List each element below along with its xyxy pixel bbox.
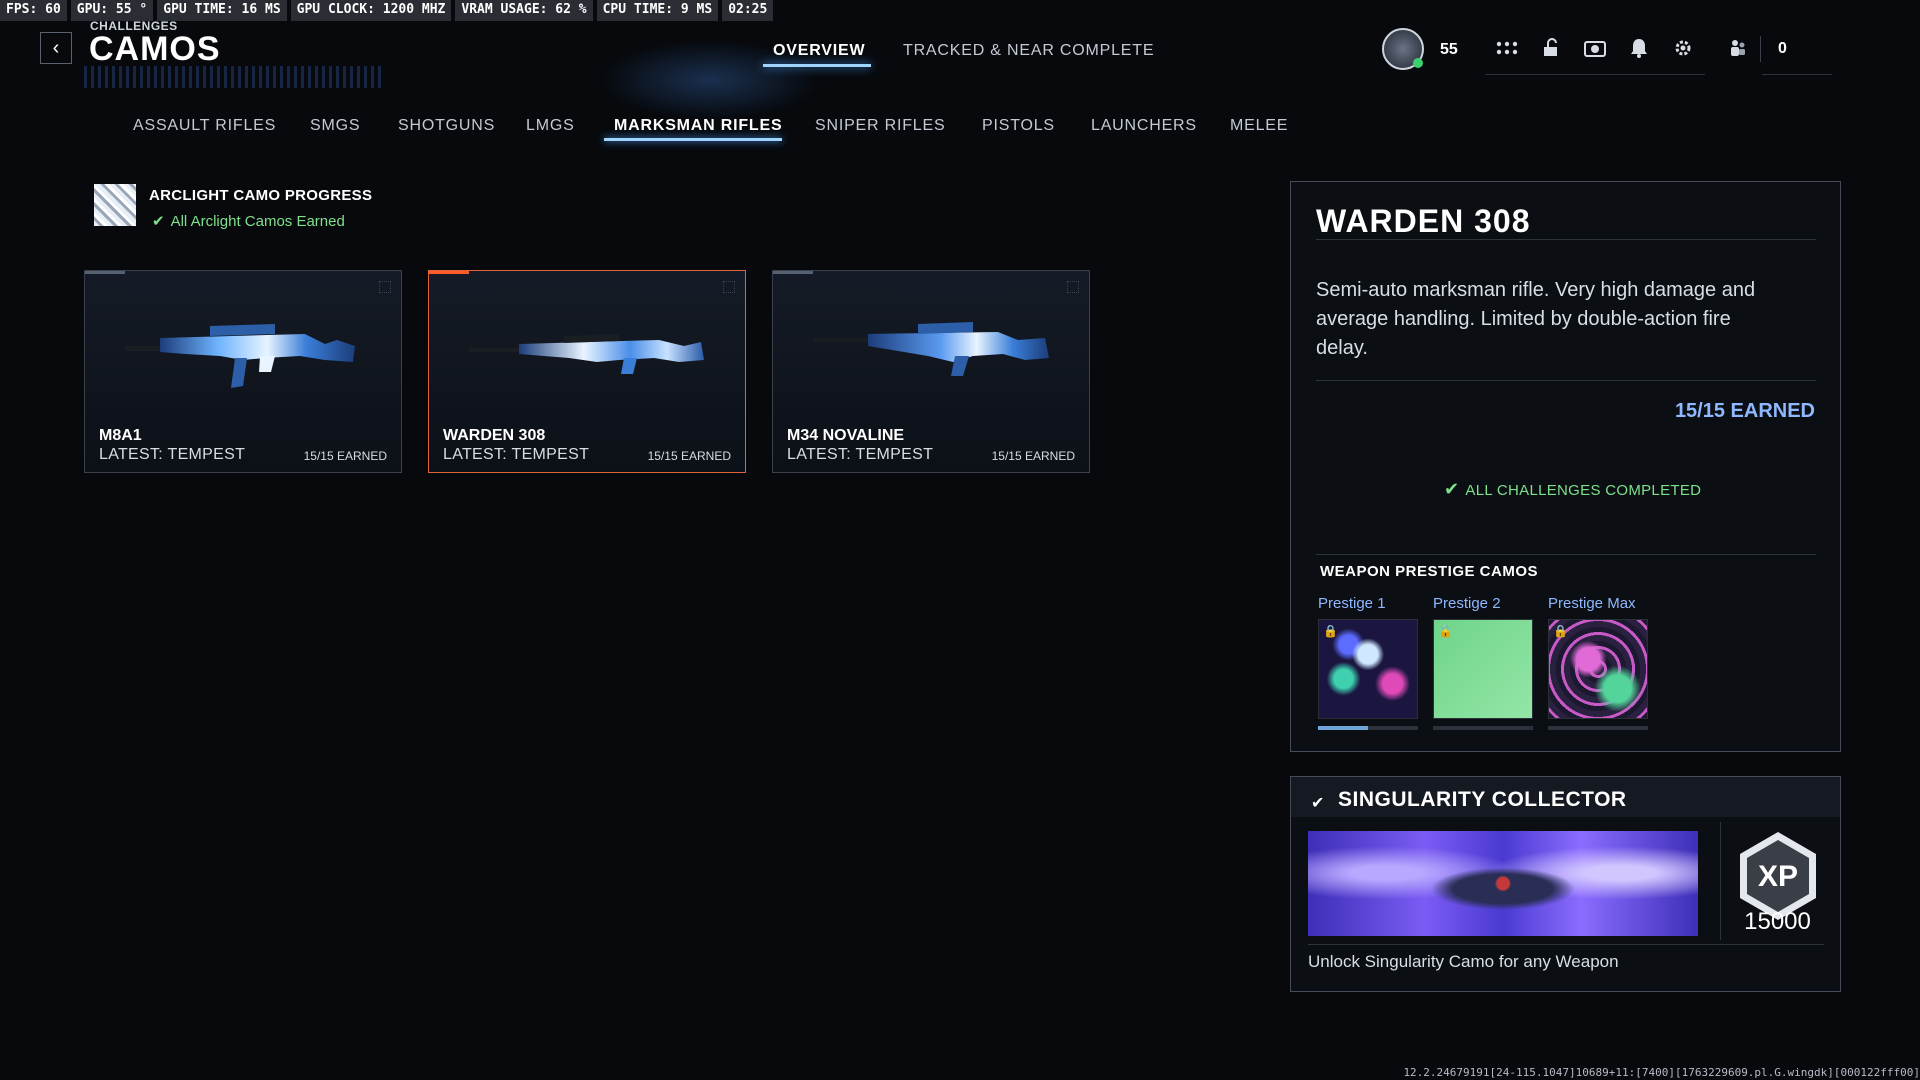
page-title: CAMOS [89,30,221,68]
weapon-card-earned: 15/15 EARNED [647,449,731,463]
weapon-card-name: M34 NOVALINE [787,427,905,444]
checkmark-icon: ✔ [152,213,165,230]
weapon-card-m8a1[interactable]: M8A1 LATEST: TEMPEST 15/15 EARNED [84,270,402,473]
apps-grid-icon[interactable] [1495,36,1519,60]
prestige-max-progress [1548,726,1648,730]
friends-icon[interactable] [1726,36,1750,60]
detail-earned: 15/15 EARNED [1674,400,1815,422]
card-top-accent [429,271,469,274]
weapon-card-latest: LATEST: TEMPEST [443,446,590,463]
challenges-status-text: ALL CHALLENGES COMPLETED [1465,482,1702,499]
weapon-card-latest: LATEST: TEMPEST [787,446,934,463]
prestige-2-label: Prestige 2 [1433,595,1501,612]
lock-icon: 🔒 [1553,624,1568,638]
perf-gpu-time: GPU TIME: 16 MS [157,0,287,21]
icon-bar-underline [1485,74,1705,75]
detail-description: Semi-auto marksman rifle. Very high dama… [1316,279,1756,359]
prestige-2-camo[interactable]: 🔒 [1433,619,1533,719]
category-marksman-rifles[interactable]: MARKSMAN RIFLES [614,117,782,135]
bell-icon[interactable] [1627,36,1651,60]
divider [1308,944,1824,945]
back-button[interactable]: ‹ [40,32,72,64]
weapon-card-warden-308[interactable]: WARDEN 308 LATEST: TEMPEST 15/15 EARNED [428,270,746,473]
header-separator [1760,36,1761,62]
card-top-accent [85,271,125,274]
tab-overview[interactable]: OVERVIEW [773,42,865,60]
camo-progress-status: ✔ All Arclight Camos Earned [152,212,345,230]
build-version: 12.2.24679191[24-115.1047]10689+11:[7400… [1403,1066,1920,1079]
weapon-card-latest: LATEST: TEMPEST [99,446,246,463]
weapon-card-name: M8A1 [99,427,142,444]
detail-weapon-name: WARDEN 308 [1316,203,1531,239]
category-launchers[interactable]: LAUNCHERS [1091,117,1197,135]
tab-tracked-near-complete[interactable]: TRACKED & NEAR COMPLETE [903,42,1154,60]
weapon-card-earned: 15/15 EARNED [303,449,387,463]
weapon-card-name: WARDEN 308 [443,427,546,444]
divider [1316,380,1816,381]
chevron-left-icon: ‹ [52,36,60,59]
camo-progress-status-text: All Arclight Camos Earned [170,213,345,230]
weapon-card-m34-novaline[interactable]: M34 NOVALINE LATEST: TEMPEST 15/15 EARNE… [772,270,1090,473]
prestige-max-camo[interactable]: 🔒 [1548,619,1648,719]
prestige-2-progress [1433,726,1533,730]
lock-icon: 🔒 [1438,624,1453,638]
reward-title: SINGULARITY COLLECTOR [1338,788,1627,811]
xp-value: 15000 [1744,908,1811,935]
arclight-camo-icon [94,184,136,226]
performance-overlay: FPS: 60 GPU: 55 ° GPU TIME: 16 MS GPU CL… [0,0,774,21]
unlock-icon[interactable] [1539,36,1563,60]
checkmark-icon: ✔ [1311,795,1325,812]
singularity-camo-image [1308,831,1698,936]
currency-underline [1762,74,1832,75]
divider [1316,554,1816,555]
perf-gpu-clock: GPU CLOCK: 1200 MHZ [290,0,452,21]
lock-icon: 🔒 [1323,624,1338,638]
perf-gpu: GPU: 55 ° [70,0,154,21]
weapon-image [813,322,1049,376]
prestige-1-label: Prestige 1 [1318,595,1386,612]
divider [1316,239,1816,240]
prestige-1-progress [1318,726,1418,730]
category-assault-rifles[interactable]: ASSAULT RIFLES [133,117,276,135]
category-shotguns[interactable]: SHOTGUNS [398,117,495,135]
challenges-status: ✔ ALL CHALLENGES COMPLETED [1444,479,1701,500]
reward-description: Unlock Singularity Camo for any Weapon [1308,952,1619,971]
currency-count: 0 [1778,40,1787,57]
card-corner-mark [723,281,735,293]
card-corner-mark [1067,281,1079,293]
weapon-image [125,324,355,388]
checkmark-icon: ✔ [1444,479,1460,499]
prestige-max-label: Prestige Max [1548,595,1636,612]
perf-cpu-time: CPU TIME: 9 MS [596,0,719,21]
perf-clock: 02:25 [722,0,774,21]
category-smgs[interactable]: SMGS [310,117,360,135]
camera-icon[interactable] [1583,36,1607,60]
title-decoration [84,66,384,88]
online-status-icon [1413,58,1423,68]
weapon-card-earned: 15/15 EARNED [991,449,1075,463]
category-pistols[interactable]: PISTOLS [982,117,1055,135]
perf-vram: VRAM USAGE: 62 % [455,0,593,21]
category-active-underline [604,138,782,141]
prestige-camos-title: WEAPON PRESTIGE CAMOS [1320,563,1539,580]
category-melee[interactable]: MELEE [1230,117,1288,135]
xp-label: XP [1758,860,1798,893]
tab-overview-underline [763,64,871,67]
camo-progress-title: ARCLIGHT CAMO PROGRESS [149,187,373,204]
card-top-accent [773,271,813,274]
player-level: 55 [1440,41,1458,58]
prestige-1-camo[interactable]: 🔒 [1318,619,1418,719]
card-corner-mark [379,281,391,293]
category-lmgs[interactable]: LMGS [526,117,575,135]
category-sniper-rifles[interactable]: SNIPER RIFLES [815,117,945,135]
gear-icon[interactable] [1671,36,1695,60]
perf-fps: FPS: 60 [0,0,67,21]
weapon-image [469,334,704,374]
